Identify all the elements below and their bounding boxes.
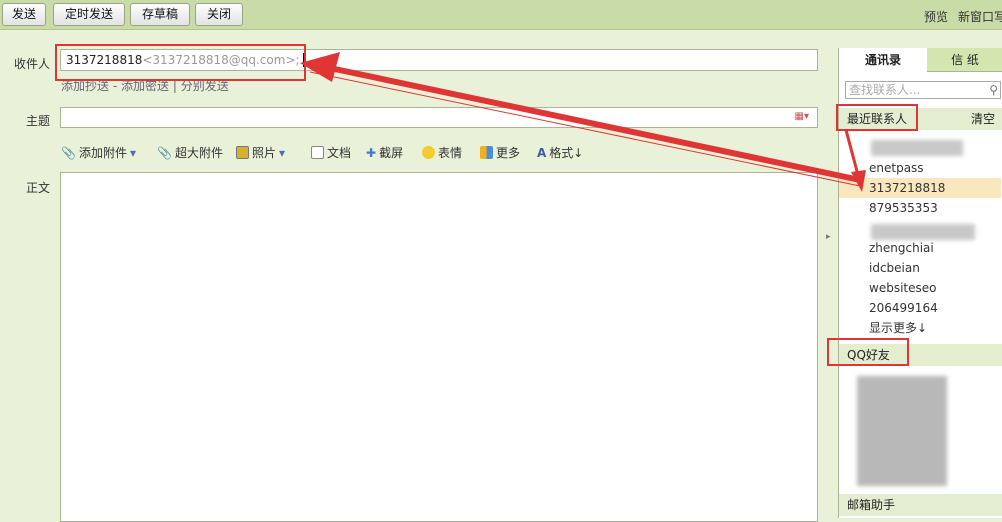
arrowhead <box>300 52 340 82</box>
annotation-arrow <box>329 65 861 183</box>
annotation-arrow <box>844 129 860 176</box>
annotation-arrows <box>300 52 866 192</box>
